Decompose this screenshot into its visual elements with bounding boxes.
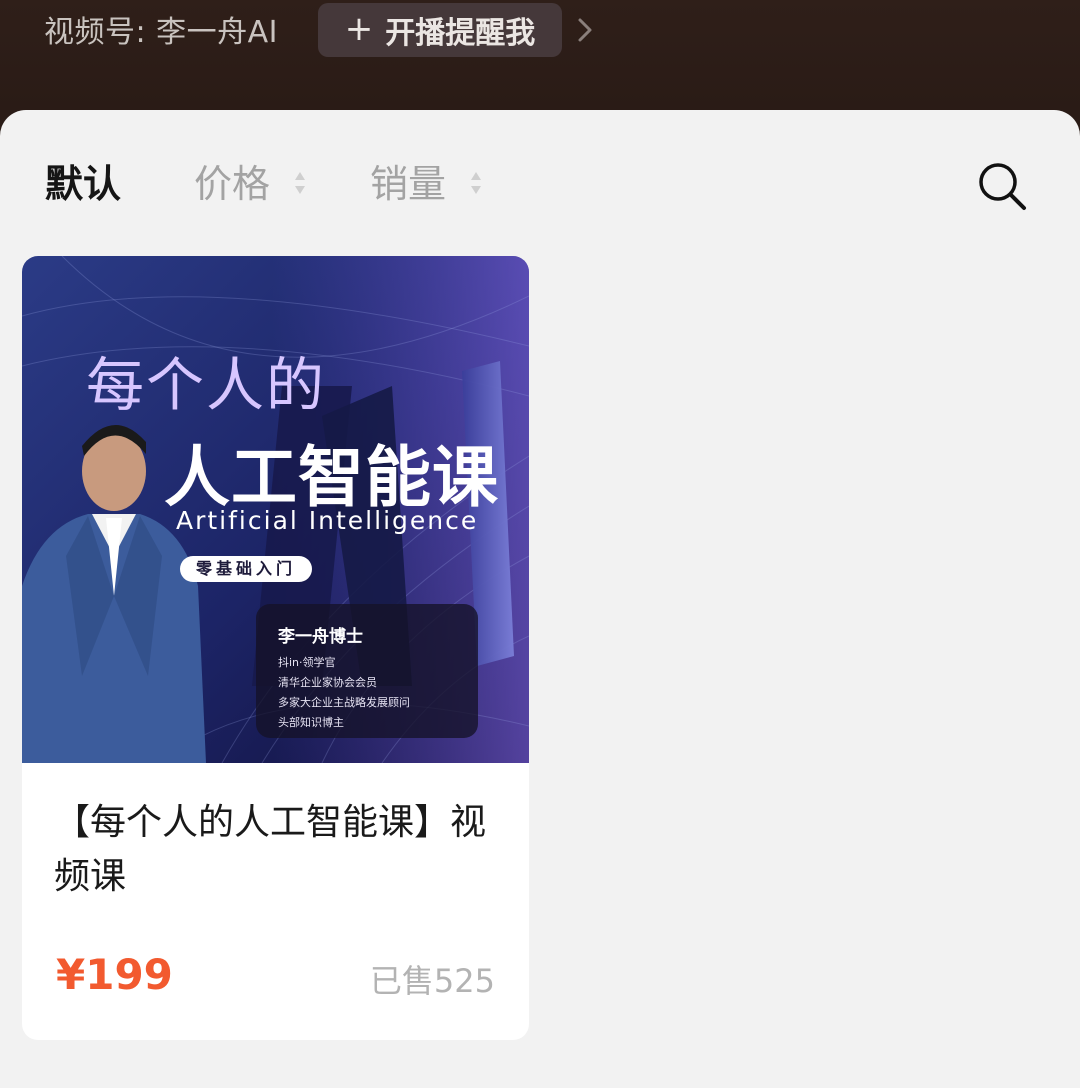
sort-default-label: 默认 xyxy=(45,162,122,206)
sort-price-label: 价格 xyxy=(194,162,271,206)
product-card[interactable]: 每个人的 人工智能课 Artificial Intelligence 零基础入门… xyxy=(22,256,529,1040)
cover-author-info: 多家大企业主战略发展顾问 xyxy=(278,696,410,709)
live-remind-button[interactable]: + 开播提醒我 xyxy=(318,3,562,57)
plus-icon: + xyxy=(344,9,374,49)
cover-author-box: 李一舟博士 抖in·领学官 清华企业家协会会员 多家大企业主战略发展顾问 头部知… xyxy=(256,604,478,738)
cover-author-info: 头部知识博主 xyxy=(278,716,344,729)
sort-sales-label: 销量 xyxy=(370,162,447,206)
chevron-right-icon[interactable] xyxy=(573,12,597,48)
sort-sales-tab[interactable]: 销量 xyxy=(370,154,482,214)
cover-badge: 零基础入门 xyxy=(180,556,313,582)
channel-header: 视频号: 李一舟AI + 开播提醒我 xyxy=(0,0,1080,110)
cover-author-name: 李一舟博士 xyxy=(278,627,363,647)
sort-arrows-icon xyxy=(471,171,482,194)
cover-author-info: 抖in·领学官 xyxy=(278,656,336,669)
cover-english-title: Artificial Intelligence xyxy=(176,506,479,535)
channel-label[interactable]: 视频号: 李一舟AI xyxy=(44,10,278,56)
cover-title-line1: 每个人的 xyxy=(86,351,327,419)
product-cover-image: 每个人的 人工智能课 Artificial Intelligence 零基础入门… xyxy=(22,256,529,763)
cover-author-info: 清华企业家协会会员 xyxy=(278,676,377,689)
product-price: ¥199 xyxy=(56,950,173,999)
sort-default-tab[interactable]: 默认 xyxy=(45,154,121,214)
sort-arrows-icon xyxy=(295,171,306,194)
live-remind-label: 开播提醒我 xyxy=(385,16,536,51)
sort-price-tab[interactable]: 价格 xyxy=(194,154,306,214)
product-sold-count: 已售525 xyxy=(369,962,495,1000)
search-icon[interactable] xyxy=(976,160,1028,212)
product-title[interactable]: 【每个人的人工智能课】视频课 xyxy=(54,796,504,904)
cover-overlay: 每个人的 人工智能课 Artificial Intelligence 零基础入门… xyxy=(22,256,529,763)
